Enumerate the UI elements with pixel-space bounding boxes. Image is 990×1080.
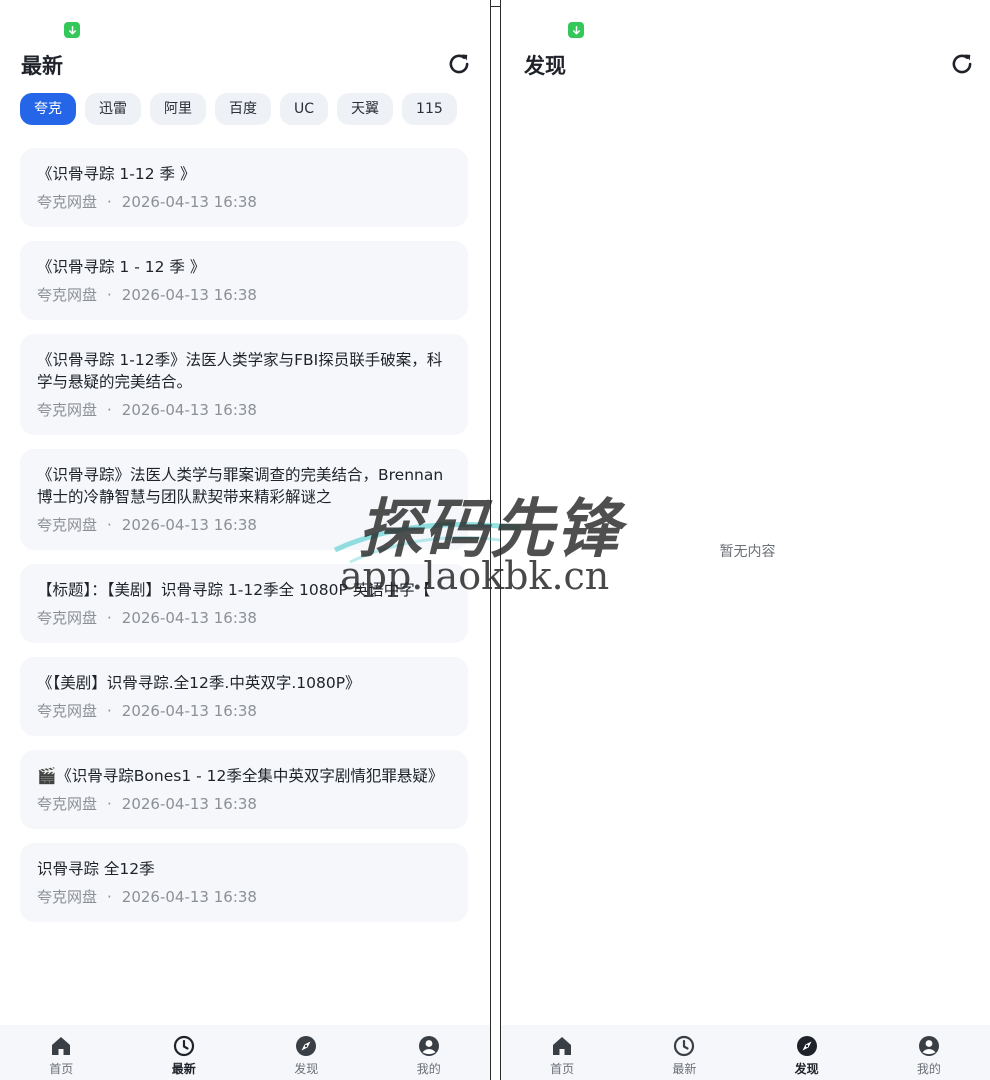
refresh-icon[interactable] [949, 51, 975, 77]
tab-label: 最新 [171, 1062, 196, 1076]
tab-1[interactable]: 最新 [123, 1025, 246, 1080]
bottom-tab-bar: 首页 最新 发现 我的 [501, 1025, 990, 1080]
compass-icon [294, 1033, 319, 1058]
item-title: 《识骨寻踪 1 - 12 季 》 [37, 258, 206, 276]
list-item[interactable]: 《识骨寻踪 1-12季》法医人类学家与FBI探员联手破案，科学与悬疑的完美结合。… [20, 334, 468, 435]
item-title: 《识骨寻踪 1-12季》法医人类学家与FBI探员联手破案，科学与悬疑的完美结合。 [37, 351, 443, 391]
item-title: 识骨寻踪 全12季 [37, 860, 155, 878]
item-date: 2026-04-13 16:38 [121, 401, 257, 419]
discover-screen: 发现 暂无内容 首页 最新 发现 我的 [501, 0, 990, 1080]
chip-1[interactable]: 迅雷 [85, 93, 141, 125]
item-source: 夸克网盘 [37, 401, 98, 419]
item-date: 2026-04-13 16:38 [121, 795, 257, 813]
clock-icon [672, 1033, 697, 1058]
item-meta: 夸克网盘 · 2026-04-13 16:38 [37, 192, 451, 212]
item-source: 夸克网盘 [37, 516, 98, 534]
item-meta: 夸克网盘 · 2026-04-13 16:38 [37, 794, 451, 814]
user-icon [916, 1033, 941, 1058]
item-title: 《识骨寻踪 1-12 季 》 [37, 165, 196, 183]
list-item[interactable]: 《识骨寻踪 1-12 季 》夸克网盘 · 2026-04-13 16:38 [20, 148, 468, 227]
tab-label: 首页 [49, 1062, 74, 1076]
tab-3[interactable]: 我的 [368, 1025, 491, 1080]
refresh-icon[interactable] [446, 51, 472, 77]
tab-label: 我的 [416, 1062, 441, 1076]
divider-tick [491, 0, 500, 7]
chip-3[interactable]: 百度 [215, 93, 271, 125]
item-meta: 夸克网盘 · 2026-04-13 16:38 [37, 887, 451, 907]
item-meta: 夸克网盘 · 2026-04-13 16:38 [37, 701, 451, 721]
item-source: 夸克网盘 [37, 795, 98, 813]
item-source: 夸克网盘 [37, 702, 98, 720]
item-title: 《识骨寻踪》法医人类学与罪案调查的完美结合，Brennan博士的冷静智慧与团队默… [37, 466, 444, 506]
chip-0[interactable]: 夸克 [20, 93, 76, 125]
empty-state-text: 暂无内容 [719, 544, 776, 560]
item-source: 夸克网盘 [37, 888, 98, 906]
tab-2[interactable]: 发现 [245, 1025, 368, 1080]
cloud-filter-chips: 夸克 迅雷 阿里 百度 UC 天翼 115 [20, 93, 464, 125]
tab-0[interactable]: 首页 [0, 1025, 123, 1080]
tab-3[interactable]: 我的 [868, 1025, 990, 1080]
home-icon [550, 1033, 575, 1058]
list-item[interactable]: 《识骨寻踪》法医人类学与罪案调查的完美结合，Brennan博士的冷静智慧与团队默… [20, 449, 468, 550]
resource-list: 《识骨寻踪 1-12 季 》夸克网盘 · 2026-04-13 16:38 《识骨寻踪… [20, 148, 468, 936]
item-date: 2026-04-13 16:38 [121, 609, 257, 627]
item-date: 2026-04-13 16:38 [121, 193, 257, 211]
tab-label: 发现 [794, 1062, 819, 1076]
item-date: 2026-04-13 16:38 [121, 516, 257, 534]
item-title: 《【美剧】识骨寻踪.全12季.中英双字.1080P》 [37, 674, 361, 692]
chip-2[interactable]: 阿里 [150, 93, 206, 125]
user-icon [416, 1033, 441, 1058]
clock-icon [171, 1033, 196, 1058]
latest-screen: 最新 夸克 迅雷 阿里 百度 UC 天翼 115 《识骨寻踪 1-12 季 》夸克网盘 · 20… [0, 0, 490, 1080]
meta-separator: · [107, 888, 112, 906]
tab-label: 首页 [550, 1062, 575, 1076]
tab-label: 发现 [294, 1062, 319, 1076]
meta-separator: · [107, 193, 112, 211]
list-item[interactable]: 🎬《识骨寻踪Bones1 - 12季全集中英双字剧情犯罪悬疑》 夸克网盘 · 2026… [20, 750, 468, 829]
list-item[interactable]: 【标题】：【美剧】识骨寻踪 1-12季全 1080P 英语中字【 夸克网盘 · 202… [20, 564, 468, 643]
item-meta: 夸克网盘 · 2026-04-13 16:38 [37, 608, 451, 628]
list-item[interactable]: 识骨寻踪 全12季 夸克网盘 · 2026-04-13 16:38 [20, 843, 468, 922]
home-icon [49, 1033, 74, 1058]
compass-icon [794, 1033, 819, 1058]
meta-separator: · [107, 609, 112, 627]
download-status-icon [568, 22, 584, 38]
chip-5[interactable]: 天翼 [337, 93, 394, 125]
item-source: 夸克网盘 [37, 609, 98, 627]
tab-label: 最新 [672, 1062, 697, 1076]
item-title: 🎬《识骨寻踪Bones1 - 12季全集中英双字剧情犯罪悬疑》 [37, 767, 444, 785]
tab-2[interactable]: 发现 [746, 1025, 868, 1080]
meta-separator: · [107, 795, 112, 813]
list-item[interactable]: 《【美剧】识骨寻踪.全12季.中英双字.1080P》 夸克网盘 · 2026-04-1… [20, 657, 468, 736]
item-meta: 夸克网盘 · 2026-04-13 16:38 [37, 515, 451, 535]
chip-4[interactable]: UC [280, 93, 329, 125]
tab-label: 我的 [916, 1062, 941, 1076]
download-status-icon [64, 22, 80, 38]
item-date: 2026-04-13 16:38 [121, 702, 257, 720]
tab-0[interactable]: 首页 [501, 1025, 623, 1080]
meta-separator: · [107, 516, 112, 534]
item-meta: 夸克网盘 · 2026-04-13 16:38 [37, 400, 451, 420]
item-date: 2026-04-13 16:38 [121, 286, 257, 304]
meta-separator: · [107, 702, 112, 720]
page-title: 发现 [524, 54, 566, 78]
item-title: 【标题】：【美剧】识骨寻踪 1-12季全 1080P 英语中字【 [37, 581, 431, 599]
tab-1[interactable]: 最新 [623, 1025, 745, 1080]
list-item[interactable]: 《识骨寻踪 1 - 12 季 》夸克网盘 · 2026-04-13 16:38 [20, 241, 468, 320]
item-source: 夸克网盘 [37, 286, 98, 304]
meta-separator: · [107, 401, 112, 419]
item-meta: 夸克网盘 · 2026-04-13 16:38 [37, 285, 451, 305]
item-source: 夸克网盘 [37, 193, 98, 211]
chip-6[interactable]: 115 [402, 93, 457, 125]
page-title: 最新 [21, 54, 63, 78]
meta-separator: · [107, 286, 112, 304]
bottom-tab-bar: 首页 最新 发现 我的 [0, 1025, 490, 1080]
item-date: 2026-04-13 16:38 [121, 888, 257, 906]
screen-divider [490, 0, 491, 1080]
